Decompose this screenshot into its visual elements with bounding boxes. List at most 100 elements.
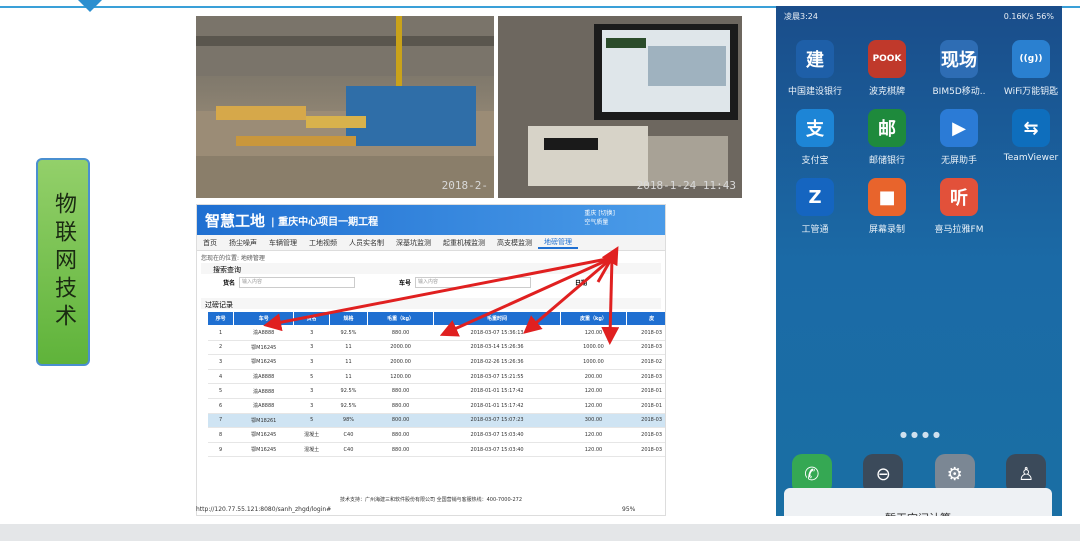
table-row[interactable]: 2 鄂M16245 3 11 2000.00 2018-03-14 15:26:36 100… — [207, 340, 665, 356]
table-cell: 2018-03 — [626, 340, 665, 356]
table-cell: 880.00 — [367, 398, 434, 414]
table-cell: 2018-02-26 15:26:36 — [433, 354, 561, 370]
site-scene-illustration — [196, 16, 494, 198]
app-launcher[interactable]: ⇆ TeamViewer — [1000, 109, 1062, 166]
iot-label-box: 物联网技术 — [36, 158, 90, 366]
app-label: TeamViewer — [1003, 153, 1059, 163]
search-section-title: 搜索查询 — [201, 263, 661, 274]
app-launcher[interactable]: 邮邮储银行 — [856, 109, 918, 166]
nav-home[interactable]: 首页 — [197, 238, 223, 248]
table-cell: 3 — [293, 354, 330, 370]
table-cell: 11 — [329, 354, 368, 370]
table-cell: 鄂M16245 — [233, 427, 294, 443]
app-label: 屏幕录制 — [868, 225, 905, 235]
table-cell: 混凝土 — [293, 442, 330, 458]
table-row[interactable]: 7 鄂M18261 5 98% 800.00 2018-03-07 15:07:23 300… — [207, 413, 665, 429]
table-cell: 渝A8888 — [233, 383, 294, 399]
table-row[interactable]: 8 鄂M16245 混凝土 C40 880.00 2018-03-07 15:03:40 1… — [207, 427, 665, 443]
table-cell: 3 — [293, 398, 330, 414]
nav-crane[interactable]: 起重机械监测 — [437, 238, 491, 248]
table-row[interactable]: 9 鄂M16245 混凝土 C40 880.00 2018-03-07 15:03:40 1… — [207, 442, 665, 458]
user-info: 重庆 [切换] 空气质量 — [584, 209, 615, 227]
photo2-timestamp: 2018-1-24 11:43 — [636, 179, 736, 192]
table-cell: 渝A8888 — [233, 325, 294, 341]
status-url: http://120.77.55.121:8080/sanh_zhgd/logi… — [196, 506, 332, 513]
app-launcher[interactable]: ((g)) WiFi万能钥匙 — [1000, 40, 1062, 97]
table-row[interactable]: 3 鄂M16245 3 11 2000.00 2018-02-26 15:26:36 100… — [207, 354, 665, 370]
app-label: WiFi万能钥匙 — [1003, 87, 1059, 97]
nav-dust-noise[interactable]: 扬尘噪声 — [223, 238, 263, 248]
table-cell: 9 — [207, 442, 234, 458]
table-row[interactable]: 5 渝A8888 3 92.5% 880.00 2018-01-01 15:17:42 12… — [207, 383, 665, 399]
project-title: | 重庆中心项目一期工程 — [271, 216, 379, 228]
nav-deep-pit[interactable]: 深基坑监测 — [390, 238, 437, 248]
table-cell: 2000.00 — [367, 354, 434, 370]
col-spec[interactable]: 规格 — [329, 311, 368, 326]
table-cell: 4 — [207, 369, 234, 385]
table-cell: 渝A8888 — [233, 369, 294, 385]
table-row[interactable]: 1 渝A8888 3 92.5% 880.00 2018-03-07 15:36:13 12… — [207, 325, 665, 341]
table-cell: 120.00 — [560, 383, 627, 399]
table-body: 1 渝A8888 3 92.5% 880.00 2018-03-07 15:36:13 12… — [207, 325, 665, 458]
zoom-level[interactable]: 95% — [622, 506, 635, 513]
app-label: 中国建设银行 — [787, 87, 842, 97]
app-launcher[interactable]: 建中国建设银行 — [784, 40, 846, 97]
table-cell: 880.00 — [367, 427, 434, 443]
table-cell: 120.00 — [560, 427, 627, 443]
col-goods[interactable]: 货名 — [293, 311, 331, 326]
table-cell: 2018-03 — [626, 369, 665, 385]
table-cell: 2018-03-07 15:21:55 — [433, 369, 561, 385]
table-cell: 2018-02 — [626, 354, 665, 370]
col-gross[interactable]: 毛重（kg） — [366, 311, 435, 326]
app-icon: 支 — [796, 109, 834, 147]
app-icon: Z — [796, 178, 834, 216]
nav-weighbridge[interactable]: 地磅管理 — [538, 237, 578, 249]
table-cell: 3 — [293, 383, 330, 399]
table-cell: 2000.00 — [367, 340, 434, 356]
table-cell: 鄂M16245 — [233, 442, 294, 458]
app-icon: POOK — [868, 40, 906, 78]
app-launcher[interactable]: 现场 BIM5D移动.. — [928, 40, 990, 97]
table-cell: 2018-03 — [626, 325, 665, 341]
table-cell: 11 — [329, 369, 368, 385]
col-index[interactable]: 序号 — [206, 311, 235, 326]
table-row[interactable]: 6 渝A8888 3 92.5% 880.00 2018-01-01 15:17:42 12… — [207, 398, 665, 414]
app-launcher[interactable]: Z 工管通 — [784, 178, 846, 235]
switch-city-link[interactable]: [切换] — [598, 210, 615, 217]
webapp-header: 智慧工地 | 重庆中心项目一期工程 重庆 [切换] 空气质量 — [197, 205, 665, 235]
table-cell: 2018-03 — [626, 442, 665, 458]
table-cell: C40 — [329, 442, 368, 458]
phone-screenshot: 凌晨3:24 0.16K/s 56% 建中国建设银行 POOK 波克棋牌 现场 BIM5… — [776, 6, 1062, 516]
col-tare[interactable]: 皮重（kg） — [559, 311, 628, 326]
col-tare-time[interactable]: 皮 — [626, 311, 665, 326]
table-cell: 6 — [207, 398, 234, 414]
app-launcher[interactable]: ■ 屏幕录制 — [856, 178, 918, 235]
table-cell: 1000.00 — [560, 354, 627, 370]
app-icon: 现场 — [940, 40, 978, 78]
col-gross-time[interactable]: 毛重时间 — [433, 311, 561, 326]
nav-site-video[interactable]: 工地视频 — [303, 238, 343, 248]
photo1-timestamp: 2018-2- — [441, 179, 488, 192]
table-cell: 120.00 — [560, 325, 627, 341]
table-row[interactable]: 4 渝A8888 5 11 1200.00 2018-03-07 15:21:55 200.… — [207, 369, 665, 385]
nav-personnel[interactable]: 人员实名制 — [343, 238, 390, 248]
table-cell: 2018-01-01 15:17:42 — [433, 398, 561, 414]
goods-input[interactable]: 输入内容 — [239, 276, 356, 288]
app-label: 邮储银行 — [868, 156, 905, 166]
app-icon: ■ — [868, 178, 906, 216]
nav-vehicles[interactable]: 车辆管理 — [263, 238, 303, 248]
app-launcher[interactable]: ▶ 无屏助手 — [928, 109, 990, 166]
table-cell: 11 — [329, 340, 368, 356]
nav-formwork[interactable]: 高支模监测 — [491, 238, 538, 248]
table-cell: 7 — [207, 413, 234, 429]
col-plate[interactable]: 车号 — [233, 311, 295, 326]
app-launcher[interactable]: 听喜马拉雅FM — [928, 178, 990, 235]
app-label: 波克棋牌 — [868, 87, 905, 97]
plate-input[interactable]: 输入内容 — [415, 276, 532, 288]
app-launcher[interactable]: POOK 波克棋牌 — [856, 40, 918, 97]
app-launcher[interactable]: 支支付宝 — [784, 109, 846, 166]
table-cell: 3 — [293, 340, 330, 356]
table-cell: 92.5% — [329, 325, 368, 341]
table-cell: 1000.00 — [560, 340, 627, 356]
table-cell: 2018-01 — [626, 383, 665, 399]
